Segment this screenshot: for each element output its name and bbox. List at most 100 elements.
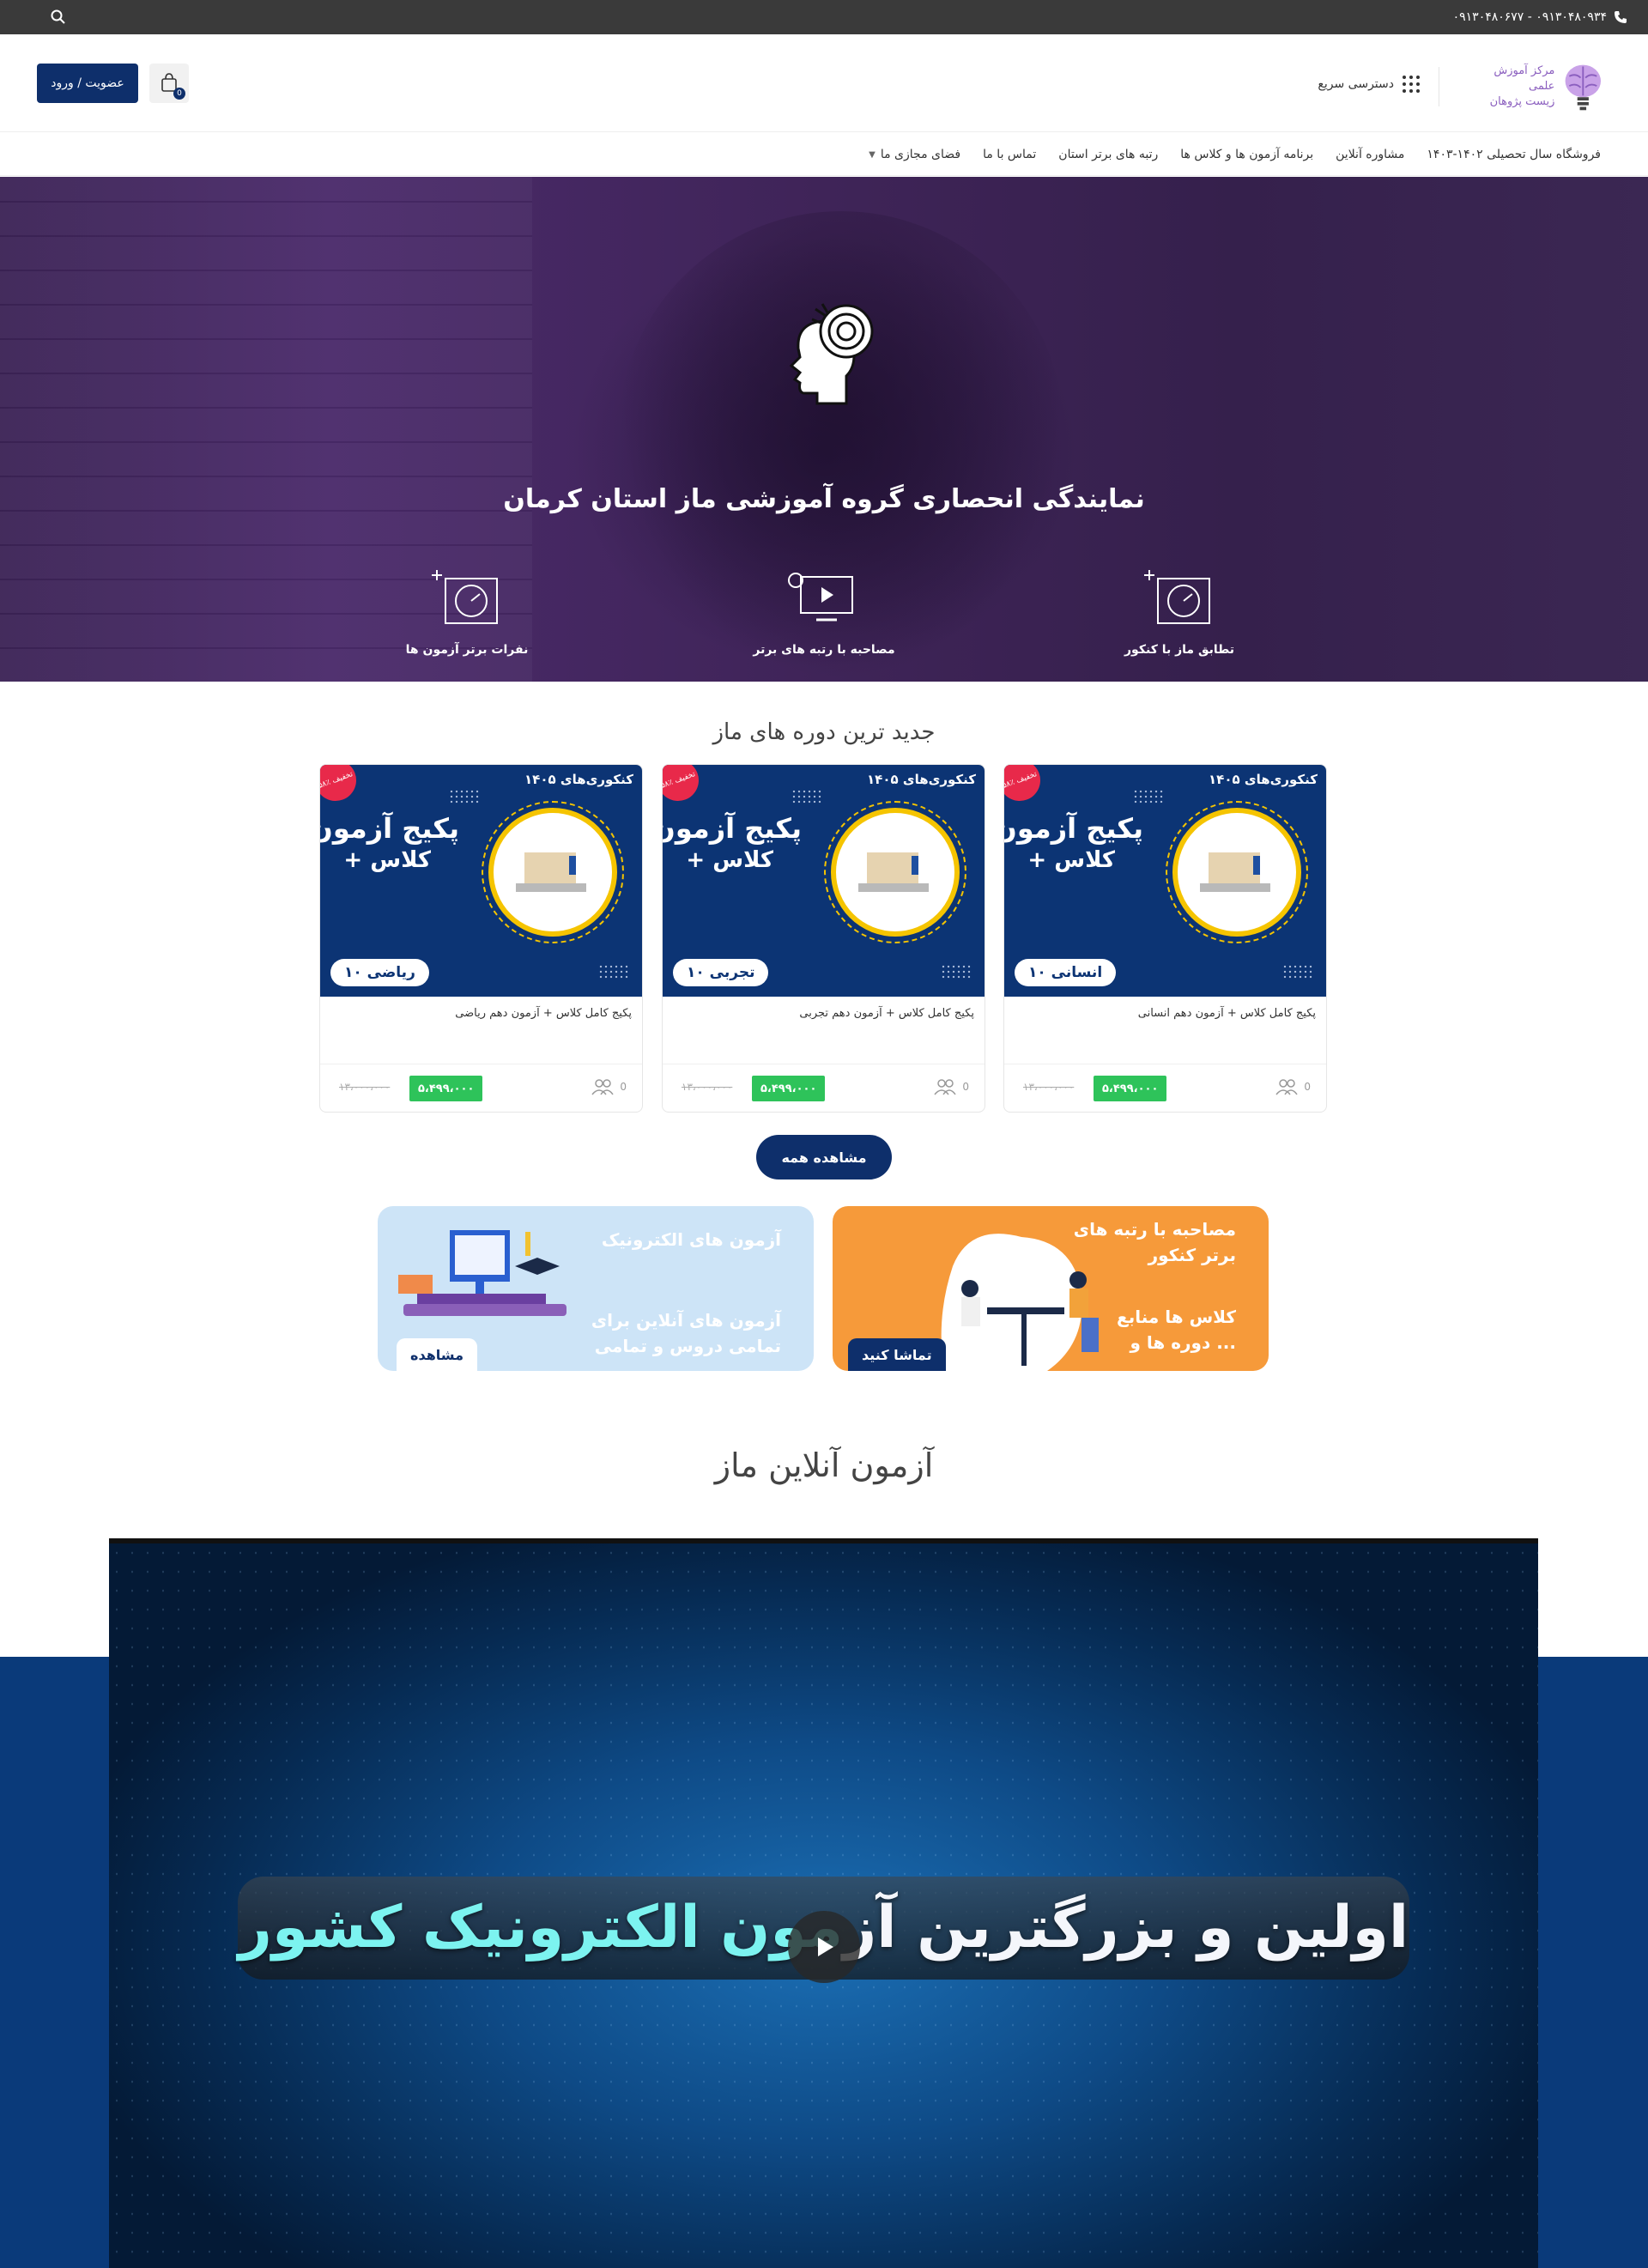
- course-package-title: پکیج آزمون: [662, 812, 802, 845]
- course-title[interactable]: پکیج کامل کلاس + آزمون دهم انسانی: [1138, 1007, 1316, 1020]
- chevron-down-icon: ▼: [869, 149, 876, 160]
- course-illustration: [824, 801, 966, 943]
- grade-badge: ۱۰ تجربی: [673, 959, 769, 986]
- nav-label: رتبه های برتر استان: [1058, 148, 1159, 161]
- dot-pattern: [941, 964, 972, 979]
- course-card[interactable]: کنکوری‌های ۱۴۰۵ پکیج آزمون + کلاس ۱۰ ریا…: [319, 764, 643, 1113]
- nav-item-top-ranks[interactable]: رتبه های برتر استان: [1058, 148, 1158, 161]
- logo-text: مرکز آموزش علمی زیست پژوهان: [1469, 64, 1555, 110]
- grade-badge: ۱۰ انسانی: [1015, 959, 1117, 986]
- cart-button[interactable]: 0: [149, 64, 189, 103]
- student-count: 0: [933, 1077, 969, 1096]
- phone-icon: [1615, 11, 1627, 23]
- grade-badge: ۱۰ ریاضی: [330, 959, 429, 986]
- banner-line: تمامی دروس و تمامی: [594, 1336, 781, 1356]
- watch-button[interactable]: تماشا کنید: [848, 1338, 946, 1371]
- course-image[interactable]: کنکوری‌های ۱۴۰۵ پکیج آزمون + کلاس ۱۰ انس…: [1003, 765, 1326, 997]
- courses-section-title: جدید ترین دوره های ماز: [712, 719, 936, 745]
- banner-text: آزمون های الکترونیک: [602, 1227, 781, 1252]
- online-exam-illustration: [398, 1230, 566, 1316]
- login-register-button[interactable]: عضویت / ورود: [37, 64, 138, 103]
- course-price: ۵،۴۹۹،۰۰۰: [1094, 1076, 1167, 1101]
- course-old-price: ۱۳،۰۰۰،۰۰۰: [682, 1081, 733, 1093]
- dot-pattern: [1133, 789, 1164, 804]
- course-price: ۵،۴۹۹،۰۰۰: [409, 1076, 483, 1101]
- view-button[interactable]: مشاهده: [397, 1338, 477, 1371]
- course-package-title: پکیج آزمون: [1003, 812, 1143, 845]
- dot-pattern: [449, 789, 480, 804]
- course-card[interactable]: کنکوری‌های ۱۴۰۵ پکیج آزمون + کلاس ۱۰ انس…: [1003, 764, 1327, 1113]
- interview-banner[interactable]: مصاحبه با رتبه های برتر کنکور کلاس ها من…: [833, 1206, 1269, 1371]
- site-header: مرکز آموزش علمی زیست پژوهان دسترسی سریع …: [0, 34, 1648, 132]
- view-all-button[interactable]: مشاهده همه: [756, 1135, 892, 1179]
- nav-item-schedule[interactable]: برنامه آزمون ها و کلاس ها: [1180, 148, 1313, 161]
- nav-label: مشاوره آنلاین: [1336, 148, 1405, 161]
- phone-numbers: ۰۹۱۳۰۴۸۰۶۷۷ - ۰۹۱۳۰۴۸۰۹۳۴: [1452, 10, 1607, 24]
- brain-bulb-logo-icon: [1565, 64, 1602, 111]
- quick-access-button[interactable]: دسترسی سریع: [1318, 69, 1420, 100]
- nav-item-contact[interactable]: تماس با ما: [983, 148, 1036, 161]
- course-price: ۵،۴۹۹،۰۰۰: [752, 1076, 826, 1101]
- top-bar: ۰۹۱۳۰۴۸۰۶۷۷ - ۰۹۱۳۰۴۸۰۹۳۴: [0, 0, 1648, 34]
- banner-text: آزمون های آنلاین برای تمامی دروس و تمامی: [591, 1307, 781, 1359]
- course-title[interactable]: پکیج کامل کلاس + آزمون دهم تجربی: [799, 1007, 974, 1020]
- users-icon: [934, 1079, 956, 1095]
- feature-label: نفرات برتر آزمون ها: [405, 643, 529, 657]
- student-count: 0: [591, 1077, 627, 1096]
- maze-head-icon: [789, 303, 874, 405]
- dot-pattern: [1282, 964, 1313, 979]
- users-icon: [1275, 1079, 1298, 1095]
- discount-badge: ۵۸٪ تخفیف: [663, 765, 705, 807]
- stopwatch-icon: [1144, 570, 1210, 624]
- course-package-title: پکیج آزمون: [319, 812, 459, 845]
- hero-banner: نمایندگی انحصاری گروه آموزشی ماز استان ک…: [0, 177, 1648, 682]
- nav-item-social[interactable]: فضای مجازی ما ▼: [869, 148, 960, 161]
- feature-top-students[interactable]: نفرات برتر آزمون ها: [381, 563, 553, 657]
- dot-pattern: [791, 789, 822, 804]
- course-tagline: کنکوری‌های ۱۴۰۵: [1209, 772, 1318, 787]
- course-card[interactable]: کنکوری‌های ۱۴۰۵ پکیج آزمون + کلاس ۱۰ تجر…: [662, 764, 985, 1113]
- users-icon: [591, 1079, 614, 1095]
- nav-label: فروشگاه سال تحصیلی ۱۴۰۲-۱۴۰۳: [1427, 148, 1601, 161]
- search-icon[interactable]: [50, 9, 67, 26]
- course-tagline: کنکوری‌های ۱۴۰۵: [524, 772, 633, 787]
- course-tagline: کنکوری‌های ۱۴۰۵: [867, 772, 976, 787]
- main-nav: فروشگاه سال تحصیلی ۱۴۰۲-۱۴۰۳ مشاوره آنلا…: [0, 133, 1648, 176]
- quick-access-label: دسترسی سریع: [1318, 77, 1394, 91]
- course-title[interactable]: پکیج کامل کلاس + آزمون دهم ریاضی: [455, 1007, 632, 1020]
- course-package-plus: + کلاس: [1027, 847, 1115, 873]
- course-image[interactable]: کنکوری‌های ۱۴۰۵ پکیج آزمون + کلاس ۱۰ تجر…: [663, 765, 985, 997]
- logo-line-1: مرکز آموزش علمی: [1494, 64, 1555, 93]
- course-old-price: ۱۳،۰۰۰،۰۰۰: [1023, 1081, 1075, 1093]
- play-icon: [818, 1938, 833, 1956]
- video-caption-part-b: مون الکترونیک کشور: [238, 1894, 844, 1962]
- phone-info: ۰۹۱۳۰۴۸۰۶۷۷ - ۰۹۱۳۰۴۸۰۹۳۴: [1453, 0, 1627, 34]
- laptop-icon: [858, 852, 929, 892]
- feature-interview[interactable]: مصاحبه با رتبه های برتر: [738, 563, 910, 657]
- cart-count-badge: 0: [173, 88, 185, 100]
- course-illustration: [1166, 801, 1308, 943]
- course-package-plus: + کلاس: [686, 847, 773, 873]
- apps-grid-icon: [1403, 76, 1420, 93]
- nav-label: برنامه آزمون ها و کلاس ها: [1180, 148, 1314, 161]
- laptop-icon: [516, 852, 586, 892]
- video-caption-part-a: اولین و بزرگترین آز: [843, 1894, 1409, 1962]
- course-package-plus: + کلاس: [343, 847, 431, 873]
- video-monitor-icon: [788, 573, 853, 622]
- online-exam-title: آزمون آنلاین ماز: [714, 1446, 934, 1484]
- hero-title: نمایندگی انحصاری گروه آموزشی ماز استان ک…: [503, 484, 1145, 514]
- discount-badge: ۵۸٪ تخفیف: [1004, 765, 1046, 807]
- student-count-value: 0: [1304, 1081, 1311, 1093]
- feature-konkur-match[interactable]: تطابق ماز با کنکور: [1094, 563, 1265, 657]
- site-logo[interactable]: مرکز آموزش علمی زیست پژوهان: [1469, 57, 1607, 117]
- exams-banner[interactable]: آزمون های الکترونیک آزمون های آنلاین برا…: [378, 1206, 814, 1371]
- play-button[interactable]: [788, 1911, 860, 1983]
- student-count-value: 0: [620, 1081, 627, 1093]
- student-count: 0: [1275, 1077, 1311, 1096]
- course-image[interactable]: کنکوری‌های ۱۴۰۵ پکیج آزمون + کلاس ۱۰ ریا…: [319, 765, 642, 997]
- nav-item-consulting[interactable]: مشاوره آنلاین: [1336, 148, 1404, 161]
- interview-illustration: [941, 1234, 1099, 1371]
- laptop-icon: [1200, 852, 1270, 892]
- promo-video[interactable]: اولین و بزرگترین آزمون الکترونیک کشور: [109, 1538, 1538, 2268]
- nav-item-store[interactable]: فروشگاه سال تحصیلی ۱۴۰۲-۱۴۰۳: [1427, 148, 1601, 161]
